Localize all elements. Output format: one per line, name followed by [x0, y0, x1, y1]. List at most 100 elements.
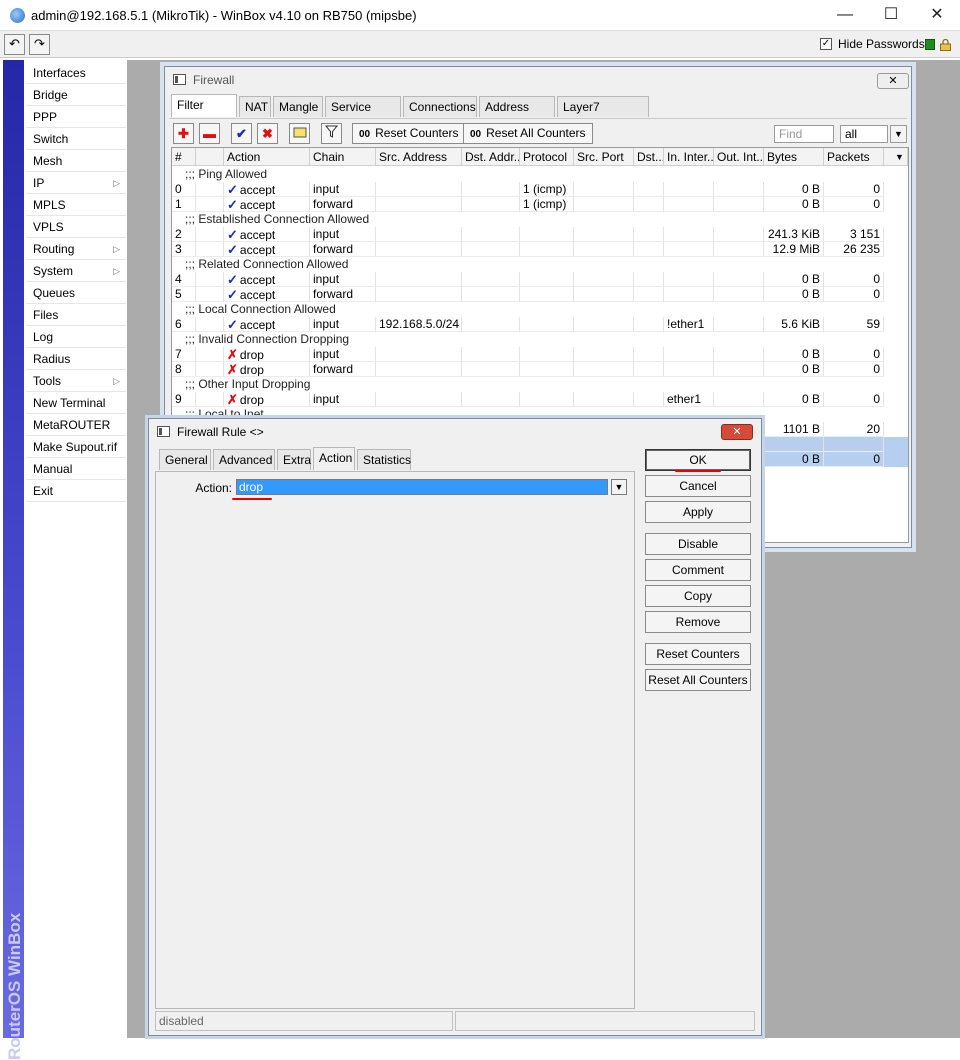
table-row[interactable]: 2 ✓ accept input 241.3 KiB 3 151 [172, 227, 908, 242]
filter-dropdown-icon[interactable]: ▼ [890, 125, 907, 143]
sidebar-item-system[interactable]: System ▷ [26, 260, 126, 282]
hide-passwords-checkbox[interactable]: ✓ [820, 38, 832, 50]
dialog-close-button[interactable]: ✕ [721, 424, 753, 440]
tab-filter-rules[interactable]: Filter Rules [171, 94, 237, 132]
comment-row[interactable]: ;;; Ping Allowed [172, 167, 908, 182]
action-select[interactable]: drop [236, 479, 608, 495]
table-row[interactable]: 0 ✓ accept input 1 (icmp) 0 B0 [172, 182, 908, 197]
cell-empty [462, 182, 520, 197]
tab-nat[interactable]: NAT [239, 96, 271, 117]
tab-mangle[interactable]: Mangle [273, 96, 323, 117]
comment-icon[interactable] [289, 123, 310, 144]
comment-row[interactable]: ;;; Related Connection Allowed [172, 257, 908, 272]
sidebar-item-make-supout-rif[interactable]: Make Supout.rif [26, 436, 126, 458]
cell-packets: 0 [824, 287, 884, 302]
firewall-window-title: Firewall [193, 73, 235, 87]
lock-icon [939, 38, 952, 51]
tab-service-ports[interactable]: Service Ports [325, 96, 401, 134]
comment-button[interactable]: Comment [645, 559, 751, 581]
table-row[interactable]: 7 ✗ drop input 0 B0 [172, 347, 908, 362]
sidebar-item-ip[interactable]: IP ▷ [26, 172, 126, 194]
sidebar-item-interfaces[interactable]: Interfaces [26, 62, 126, 84]
column-header[interactable]: Bytes [764, 148, 824, 166]
minimize-button[interactable]: — [822, 0, 868, 31]
column-header[interactable]: Dst... [634, 148, 664, 166]
comment-row[interactable]: ;;; Invalid Connection Dropping [172, 332, 908, 347]
column-header[interactable]: Dst. Addr... [462, 148, 520, 166]
disable-button[interactable]: Disable [645, 533, 751, 555]
cancel-button[interactable]: Cancel [645, 475, 751, 497]
cell-packets: 0 [824, 197, 884, 212]
reset-all-counters-button[interactable]: Reset All Counters [645, 669, 751, 691]
table-row[interactable]: 3 ✓ accept forward 12.9 MiB 26 235 [172, 242, 908, 257]
remove-button[interactable]: Remove [645, 611, 751, 633]
filter-select[interactable]: all [840, 125, 888, 143]
table-row[interactable]: 4 ✓ accept input 0 B0 [172, 272, 908, 287]
column-header[interactable]: Out. Int... [714, 148, 764, 166]
sidebar-item-routing[interactable]: Routing ▷ [26, 238, 126, 260]
sidebar-item-vpls[interactable]: VPLS [26, 216, 126, 238]
accept-check-icon: ✓ [227, 182, 238, 197]
sidebar-item-switch[interactable]: Switch [26, 128, 126, 150]
sidebar-item-radius[interactable]: Radius [26, 348, 126, 370]
reset-all-counters-button[interactable]: 00 Reset All Counters [463, 123, 593, 144]
column-header[interactable]: Packets [824, 148, 884, 166]
filter-icon[interactable] [321, 123, 342, 144]
sidebar-item-mesh[interactable]: Mesh [26, 150, 126, 172]
disable-icon[interactable]: ✖ [257, 123, 278, 144]
tab-action[interactable]: Action [313, 447, 355, 470]
column-header[interactable]: Chain [310, 148, 376, 166]
find-input[interactable]: Find [774, 125, 834, 143]
close-button[interactable]: ✕ [914, 0, 960, 31]
undo-button[interactable]: ↶ [4, 34, 25, 55]
tab-statistics[interactable]: Statistics [357, 449, 411, 470]
column-header[interactable]: Src. Address [376, 148, 462, 166]
add-icon[interactable]: ✚ [173, 123, 194, 144]
sidebar-item-log[interactable]: Log [26, 326, 126, 348]
column-header[interactable]: # [172, 148, 196, 166]
sidebar-item-manual[interactable]: Manual [26, 458, 126, 480]
reset-counters-button[interactable]: 00 Reset Counters [352, 123, 466, 144]
column-menu-icon[interactable]: ▼ [892, 148, 908, 166]
table-row[interactable]: 5 ✓ accept forward 0 B0 [172, 287, 908, 302]
ok-button[interactable]: OK [645, 449, 751, 471]
sidebar-item-new-terminal[interactable]: New Terminal [26, 392, 126, 414]
table-row[interactable]: 9 ✗ drop input ether1 0 B0 [172, 392, 908, 407]
reset-counters-button[interactable]: Reset Counters [645, 643, 751, 665]
comment-row[interactable]: ;;; Established Connection Allowed [172, 212, 908, 227]
apply-button[interactable]: Apply [645, 501, 751, 523]
sidebar-item-mpls[interactable]: MPLS [26, 194, 126, 216]
tab-advanced[interactable]: Advanced [213, 449, 275, 470]
sidebar-item-metarouter[interactable]: MetaROUTER [26, 414, 126, 436]
column-header[interactable] [196, 148, 224, 166]
sidebar-item-ppp[interactable]: PPP [26, 106, 126, 128]
sidebar-item-exit[interactable]: Exit [26, 480, 126, 502]
column-header[interactable]: Protocol [520, 148, 574, 166]
tab-connections[interactable]: Connections [403, 96, 477, 117]
enable-icon[interactable]: ✔ [231, 123, 252, 144]
tab-layer7-protocols[interactable]: Layer7 Protocols [557, 96, 649, 134]
sidebar-item-label: Files [33, 308, 59, 322]
copy-button[interactable]: Copy [645, 585, 751, 607]
table-row[interactable]: 8 ✗ drop forward 0 B0 [172, 362, 908, 377]
tab-extra[interactable]: Extra [277, 449, 311, 470]
tab-general[interactable]: General [159, 449, 211, 470]
firewall-close-button[interactable]: ✕ [877, 73, 909, 89]
column-header[interactable]: Src. Port [574, 148, 634, 166]
remove-icon[interactable]: ▬ [199, 123, 220, 144]
comment-row[interactable]: ;;; Other Input Dropping [172, 377, 908, 392]
sidebar-item-bridge[interactable]: Bridge [26, 84, 126, 106]
action-dropdown-icon[interactable]: ▼ [611, 479, 627, 495]
maximize-button[interactable]: ☐ [868, 0, 914, 31]
column-header[interactable]: In. Inter... [664, 148, 714, 166]
redo-button[interactable]: ↷ [29, 34, 50, 55]
sidebar-item-label: Tools [33, 374, 62, 388]
sidebar-item-files[interactable]: Files [26, 304, 126, 326]
table-row[interactable]: 6 ✓ accept input 192.168.5.0/24 !ether1 5.6 Ki… [172, 317, 908, 332]
tab-address-lists[interactable]: Address Lists [479, 96, 555, 134]
comment-row[interactable]: ;;; Local Connection Allowed [172, 302, 908, 317]
table-row[interactable]: 1 ✓ accept forward 1 (icmp) 0 B0 [172, 197, 908, 212]
sidebar-item-tools[interactable]: Tools ▷ [26, 370, 126, 392]
column-header[interactable]: Action [224, 148, 310, 166]
sidebar-item-queues[interactable]: Queues [26, 282, 126, 304]
